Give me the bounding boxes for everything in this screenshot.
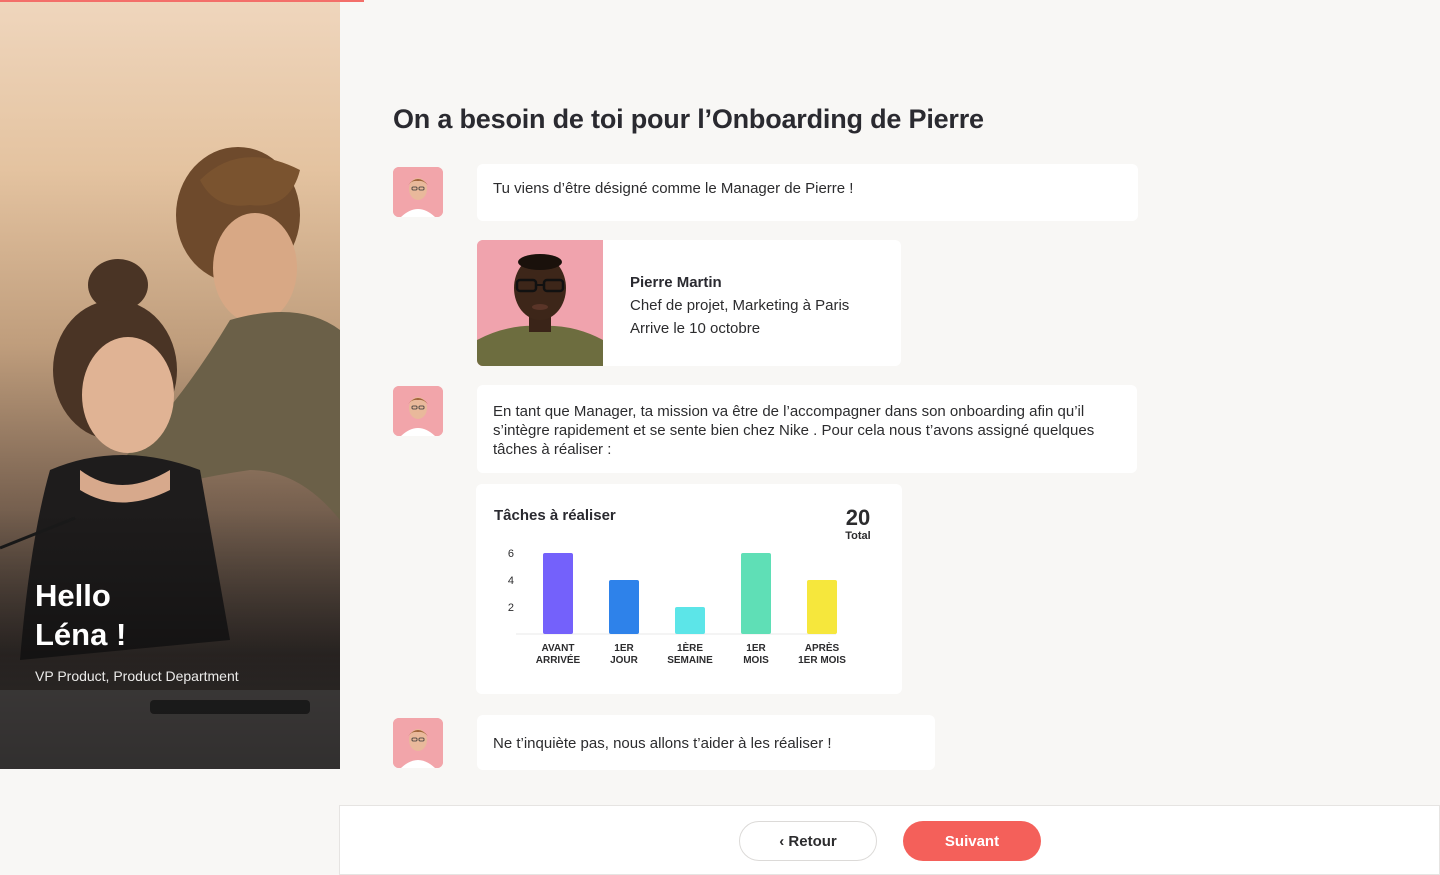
page-title: On a besoin de toi pour l’Onboarding de … — [393, 104, 984, 134]
profile-position: Chef de projet, Marketing à Paris — [630, 297, 850, 314]
footer-bar: ‹ Retour Suivant — [339, 805, 1440, 875]
chart-bar — [807, 580, 837, 634]
hero-panel: Hello Léna ! VP Product, Product Departm… — [0, 0, 340, 769]
x-tick-label: 1ER — [614, 643, 634, 654]
tasks-bar-chart: 246AVANTARRIVÉE1ERJOUR1ÈRESEMAINE1ERMOIS… — [508, 548, 846, 666]
greeting-line-2: Léna ! — [35, 617, 127, 652]
chart-bar — [609, 580, 639, 634]
x-tick-label: AVANT — [542, 643, 575, 654]
chart-bar — [675, 607, 705, 634]
y-tick-label: 4 — [508, 575, 514, 587]
user-role: VP Product, Product Department — [35, 668, 239, 684]
x-tick-label: MOIS — [743, 655, 769, 666]
hero-greeting: Hello Léna ! — [35, 576, 295, 654]
greeting-line-1: Hello — [35, 578, 111, 613]
x-tick-label: 1ER MOIS — [798, 655, 846, 666]
x-tick-label: 1ÈRE — [677, 641, 703, 654]
x-tick-label: APRÈS — [805, 641, 840, 654]
profile-arrival: Arrive le 10 octobre — [630, 320, 761, 337]
message-bubble: Tu viens d’être désigné comme le Manager… — [477, 164, 1138, 221]
y-tick-label: 6 — [508, 548, 514, 560]
back-button[interactable]: ‹ Retour — [739, 821, 877, 861]
profile-info: Pierre Martin Chef de projet, Marketing … — [630, 271, 849, 340]
assistant-avatar — [393, 718, 443, 768]
profile-name: Pierre Martin — [630, 274, 722, 291]
message-bubble: En tant que Manager, ta mission va être … — [477, 385, 1137, 473]
y-tick-label: 2 — [508, 602, 514, 614]
tasks-chart-card: Tâches à réaliser 20 Total 2 4 6 AVANT ARRIV… — [476, 484, 902, 694]
x-tick-label: JOUR — [610, 655, 639, 666]
message-bubble: Ne t’inquiète pas, nous allons t’aider à… — [477, 715, 935, 770]
profile-card: Pierre Martin Chef de projet, Marketing … — [477, 240, 901, 366]
x-tick-label: SEMAINE — [667, 655, 713, 666]
chart-bar — [741, 553, 771, 634]
x-tick-label: 1ER — [746, 643, 766, 654]
progress-bar — [0, 0, 364, 2]
next-button[interactable]: Suivant — [903, 821, 1041, 861]
profile-photo — [477, 240, 603, 366]
x-tick-label: ARRIVÉE — [536, 653, 581, 666]
assistant-avatar — [393, 386, 443, 436]
chart-bar — [543, 553, 573, 634]
assistant-avatar — [393, 167, 443, 217]
